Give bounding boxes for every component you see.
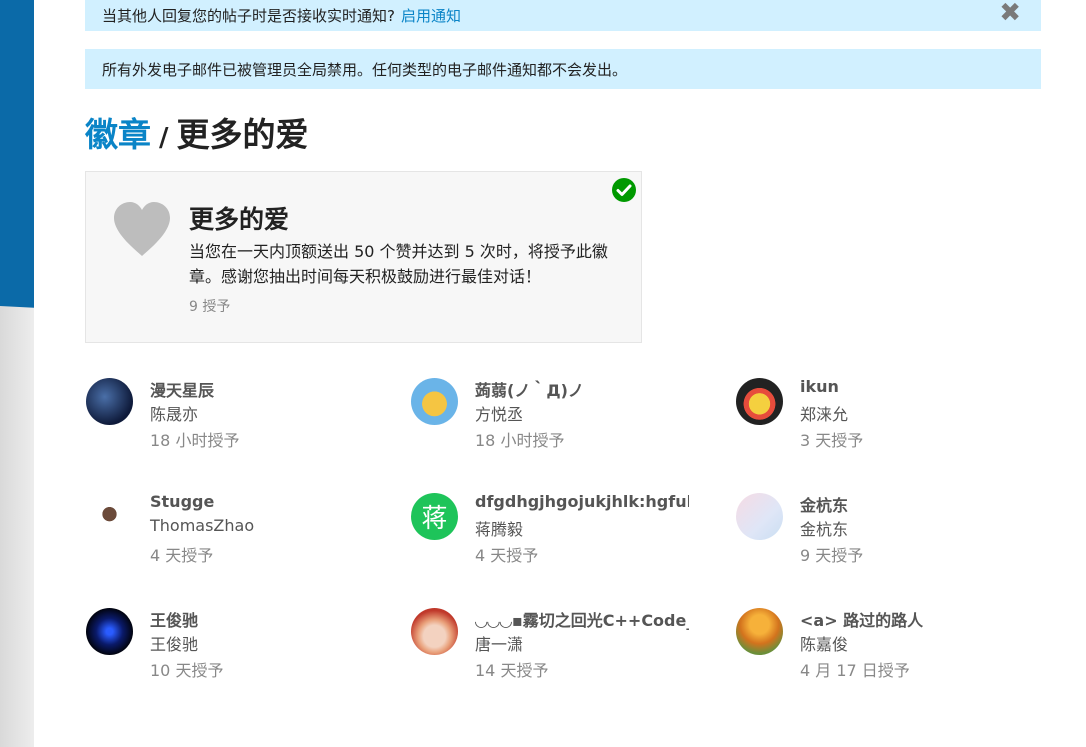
- badge-grant-count: 9 授予: [189, 299, 231, 315]
- badge-card: 更多的爱 当您在一天内顶额送出 50 个赞并达到 5 次时，将授予此徽章。感谢您…: [85, 171, 642, 343]
- email-disabled-text: 所有外发电子邮件已被管理员全局禁用。任何类型的电子邮件通知都不会发出。: [102, 60, 628, 79]
- grantee-granted-time: 18 小时授予: [150, 431, 240, 450]
- avatar[interactable]: [736, 608, 783, 655]
- grantee-name: 郑涞允: [800, 405, 849, 424]
- avatar[interactable]: 蒋: [411, 493, 458, 540]
- enable-notifications-link[interactable]: 启用通知: [401, 5, 461, 26]
- grantee-username[interactable]: 蒟蒻(ノ｀Д)ノ: [475, 377, 689, 401]
- grantee-granted-time: 4 天授予: [475, 546, 539, 565]
- avatar[interactable]: [411, 608, 458, 655]
- check-circle-icon: [612, 178, 636, 202]
- grantee-item[interactable]: ikun 郑涞允 3 天授予: [736, 372, 1026, 452]
- grantee-name: 陈嘉俊: [800, 635, 849, 654]
- avatar[interactable]: [86, 378, 133, 425]
- grantee-item[interactable]: <a> 路过的路人 陈嘉俊 4 月 17 日授予: [736, 602, 1026, 682]
- avatar[interactable]: [736, 378, 783, 425]
- notification-banner: 当其他人回复您的帖子时是否接收实时通知? 启用通知 ✖: [85, 0, 1041, 31]
- sidebar-grey-decoration: [0, 306, 34, 747]
- grantee-item[interactable]: 蒟蒻(ノ｀Д)ノ 方悦丞 18 小时授予: [411, 372, 701, 452]
- breadcrumb-badges-link[interactable]: 徽章: [85, 115, 151, 154]
- page: 当其他人回复您的帖子时是否接收实时通知? 启用通知 ✖ 所有外发电子邮件已被管理…: [0, 0, 1086, 747]
- grantee-item[interactable]: 王俊驰 王俊驰 10 天授予: [86, 602, 376, 682]
- grantee-granted-time: 4 月 17 日授予: [800, 661, 910, 680]
- avatar[interactable]: [411, 378, 458, 425]
- grantee-username[interactable]: 漫天星辰: [150, 377, 364, 401]
- grantee-name: 陈晟亦: [150, 405, 199, 424]
- grantee-item[interactable]: 蒋 dfgdhgjhgojukjhlk:hgfuhgg 蒋腾毅 4 天授予: [411, 487, 701, 567]
- sidebar-blue-decoration: [0, 0, 34, 316]
- grantee-granted-time: 9 天授予: [800, 546, 864, 565]
- breadcrumb-separator: /: [159, 123, 169, 153]
- grantee-item[interactable]: 金杭东 金杭东 9 天授予: [736, 487, 1026, 567]
- page-title: 更多的爱: [176, 115, 309, 154]
- grantee-name: 王俊驰: [150, 635, 199, 654]
- grantee-username[interactable]: <a> 路过的路人: [800, 607, 1014, 631]
- grantee-granted-time: 10 天授予: [150, 661, 224, 680]
- heart-icon: [114, 202, 170, 256]
- breadcrumb: 徽章 / 更多的爱: [85, 108, 309, 156]
- grantee-username[interactable]: dfgdhgjhgojukjhlk:hgfuhgg: [475, 492, 689, 511]
- grantee-granted-time: 3 天授予: [800, 431, 864, 450]
- grantee-name: 方悦丞: [475, 405, 524, 424]
- grantee-granted-time: 18 小时授予: [475, 431, 565, 450]
- grantee-granted-time: 4 天授予: [150, 546, 214, 565]
- email-disabled-banner: 所有外发电子邮件已被管理员全局禁用。任何类型的电子邮件通知都不会发出。: [85, 49, 1041, 89]
- close-icon[interactable]: ✖: [999, 0, 1021, 26]
- grantee-item[interactable]: 漫天星辰 陈晟亦 18 小时授予: [86, 372, 376, 452]
- grantee-username[interactable]: ◡◡◡▪霧切之回光C++Code_l: [475, 607, 689, 631]
- badge-description: 当您在一天内顶额送出 50 个赞并达到 5 次时，将授予此徽章。感谢您抽出时间每…: [189, 242, 608, 286]
- grantee-name: 蒋腾毅: [475, 520, 524, 539]
- avatar[interactable]: [86, 608, 133, 655]
- avatar[interactable]: [86, 493, 133, 540]
- grantee-name: 唐一潇: [475, 635, 524, 654]
- grantee-username[interactable]: ikun: [800, 377, 1014, 396]
- grantee-name: ThomasZhao: [150, 516, 255, 535]
- grantee-item[interactable]: Stugge ThomasZhao 4 天授予: [86, 487, 376, 567]
- avatar[interactable]: [736, 493, 783, 540]
- grantee-granted-time: 14 天授予: [475, 661, 549, 680]
- grantee-username[interactable]: Stugge: [150, 492, 364, 511]
- grantee-name: 金杭东: [800, 520, 849, 539]
- grantee-username[interactable]: 王俊驰: [150, 607, 364, 631]
- notification-banner-text: 当其他人回复您的帖子时是否接收实时通知?: [102, 6, 395, 25]
- grantee-username[interactable]: 金杭东: [800, 492, 1014, 516]
- badge-title: 更多的爱: [189, 205, 290, 234]
- grantee-item[interactable]: ◡◡◡▪霧切之回光C++Code_l 唐一潇 14 天授予: [411, 602, 701, 682]
